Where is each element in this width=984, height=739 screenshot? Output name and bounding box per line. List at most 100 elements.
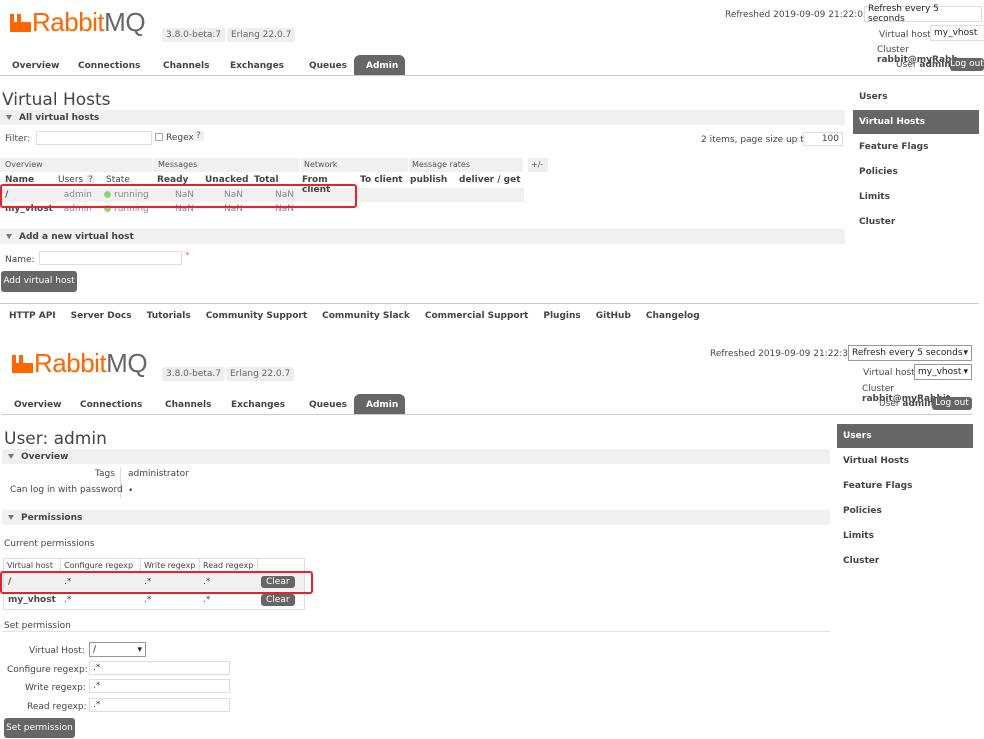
rabbitmq-logo-icon [12,354,33,373]
filter-input[interactable] [36,131,152,145]
footer-link-server-docs[interactable]: Server Docs [71,311,132,321]
main-nav: Overview Connections Channels Exchanges … [0,54,405,75]
sidebar-item-virtual-hosts[interactable]: Virtual Hosts [853,110,979,134]
set-permission-button[interactable]: Set permission [4,718,75,738]
configure-label: Configure regexp: [7,665,88,675]
sidebar-item-limits[interactable]: Limits [853,185,979,209]
sidebar-item-feature-flags[interactable]: Feature Flags [837,474,973,498]
overview-header[interactable]: Overview [2,449,830,464]
refreshed-timestamp: Refreshed 2019-09-09 21:22:05 [725,10,869,20]
vhost-name-input[interactable] [39,251,182,265]
footer-links: HTTP API Server Docs Tutorials Community… [9,311,715,321]
page-title: Virtual Hosts [2,90,111,110]
refresh-select[interactable]: Refresh every 5 seconds [864,4,982,24]
name-label: Name: [5,255,35,265]
footer-link-http-api[interactable]: HTTP API [9,311,56,321]
version-badge: 3.8.0-beta.7 [162,367,226,381]
col-publish[interactable]: publish [407,175,456,188]
tags-value: administrator [128,469,189,479]
form-vhost-select[interactable]: / ▾ [89,642,146,657]
footer-link-tutorials[interactable]: Tutorials [147,311,191,321]
collapse-icon [6,115,12,120]
user-info: User admin [879,399,934,409]
erlang-badge: Erlang 22.0.7 [226,367,295,381]
tab-overview[interactable]: Overview [0,57,66,75]
collapse-icon [6,234,12,239]
footer-link-github[interactable]: GitHub [596,311,631,321]
nav-divider [2,414,972,415]
group-header-message-rates: Message rates [409,158,524,172]
footer-link-commercial-support[interactable]: Commercial Support [425,311,529,321]
rabbitmq-logo-icon [10,13,31,32]
rabbitmq-logo: Rabbit MQ [12,348,148,379]
admin-sidebar: Users Virtual Hosts Feature Flags Polici… [837,424,973,574]
vhost-label: Virtual host [863,368,915,378]
columns-toggle[interactable]: +/- [528,158,548,172]
sidebar-item-users[interactable]: Users [837,424,973,448]
tab-channels[interactable]: Channels [151,57,217,75]
footer-link-plugins[interactable]: Plugins [543,311,580,321]
sidebar-item-virtual-hosts[interactable]: Virtual Hosts [837,449,973,473]
vhost-select[interactable]: my_vhost ▾ [914,364,972,380]
sidebar-item-users[interactable]: Users [853,85,979,109]
col-deliver-get[interactable]: deliver / get [456,175,522,188]
footer-link-community-slack[interactable]: Community Slack [322,311,410,321]
logout-button[interactable]: Log out [932,397,972,410]
form-vhost-label: Virtual Host: [29,646,85,656]
vhost-label: Virtual host [879,30,931,40]
vhost-select[interactable]: my_vhost [930,25,984,41]
chevron-down-icon: ▾ [963,348,968,358]
footer-link-changelog[interactable]: Changelog [646,311,700,321]
user-info: User admin [896,60,951,70]
add-vhost-button[interactable]: Add virtual host [1,271,77,292]
clear-permission-button[interactable]: Clear [261,594,295,606]
footer-link-community-support[interactable]: Community Support [206,311,307,321]
highlight-annotation [0,571,313,594]
read-regexp-input[interactable] [89,698,230,712]
refresh-select[interactable]: Refresh every 5 seconds ▾ [848,345,972,361]
tab-exchanges[interactable]: Exchanges [217,57,297,75]
sidebar-item-policies[interactable]: Policies [853,160,979,184]
sidebar-item-limits[interactable]: Limits [837,524,973,548]
chevron-down-icon: ▾ [963,367,968,377]
configure-regexp-input[interactable] [89,661,230,675]
sidebar-item-cluster[interactable]: Cluster [853,210,979,234]
write-regexp-input[interactable] [89,679,230,693]
sidebar-item-feature-flags[interactable]: Feature Flags [853,135,979,159]
read-label: Read regexp: [27,702,87,712]
tab-channels[interactable]: Channels [153,396,219,414]
footer-divider [0,303,979,304]
tab-queues[interactable]: Queues [297,396,354,414]
sidebar-item-policies[interactable]: Policies [837,499,973,523]
regex-checkbox[interactable] [155,133,163,141]
tags-label: Tags [95,469,115,479]
group-header-overview: Overview [0,158,153,172]
page-size-input[interactable] [803,132,843,146]
page-title: User: admin [4,429,107,449]
add-vhost-header[interactable]: Add a new virtual host [0,229,845,244]
tab-exchanges[interactable]: Exchanges [219,396,297,414]
filter-label: Filter: [5,134,31,144]
highlight-annotation [0,184,357,208]
chevron-down-icon: ▾ [137,644,142,655]
tab-admin[interactable]: Admin [354,394,405,414]
tab-connections[interactable]: Connections [66,57,151,75]
version-badge: 3.8.0-beta.7 [162,28,226,42]
regex-help-icon[interactable]: ? [193,131,204,141]
sidebar-item-cluster[interactable]: Cluster [837,549,973,573]
logout-button[interactable]: Log out [950,58,984,71]
tab-admin[interactable]: Admin [354,55,405,75]
permissions-header[interactable]: Permissions [2,510,830,525]
all-vhosts-header[interactable]: All virtual hosts [0,110,845,125]
tab-connections[interactable]: Connections [68,396,153,414]
col-to-client[interactable]: To client [357,175,407,188]
group-header-messages: Messages [153,158,301,172]
login-value: • [128,486,134,496]
regex-label: Regex [166,133,194,143]
login-label: Can log in with password [10,485,123,495]
paging-text: 2 items, page size up to [701,135,810,145]
tab-queues[interactable]: Queues [297,57,354,75]
tab-overview[interactable]: Overview [2,396,68,414]
collapse-icon [8,515,14,520]
nav-divider [0,75,984,76]
